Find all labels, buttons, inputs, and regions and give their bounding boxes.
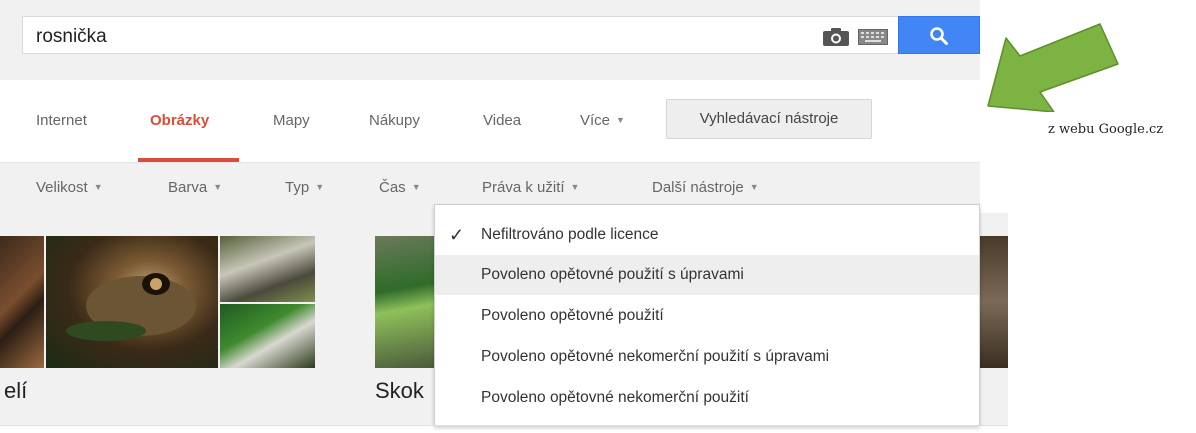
filter-time-label: Čas bbox=[379, 179, 406, 196]
check-icon: ✓ bbox=[449, 225, 465, 245]
menu-item-label: Nefiltrováno podle licence bbox=[481, 226, 659, 243]
filter-color[interactable]: Barva ▼ bbox=[168, 179, 222, 196]
menu-item-label: Povoleno opětovné použití s úpravami bbox=[481, 266, 744, 283]
search-query-text[interactable]: rosnička bbox=[36, 26, 107, 48]
menu-item-reuse[interactable]: Povoleno opětovné použití bbox=[435, 296, 979, 336]
usage-rights-menu: ✓ Nefiltrováno podle licence Povoleno op… bbox=[434, 204, 980, 426]
filter-usage-rights-label: Práva k užití bbox=[482, 179, 565, 196]
search-tools-button[interactable]: Vyhledávací nástroje bbox=[666, 99, 872, 139]
filter-type-label: Typ bbox=[285, 179, 310, 196]
menu-item-reuse-with-modification[interactable]: Povoleno opětovné použití s úpravami bbox=[435, 255, 979, 295]
chevron-down-icon: ▼ bbox=[93, 182, 103, 192]
chevron-down-icon: ▼ bbox=[616, 115, 625, 125]
filter-usage-rights[interactable]: Práva k užití ▼ bbox=[482, 179, 579, 196]
tab-maps[interactable]: Mapy bbox=[273, 112, 310, 129]
menu-item-label: Povoleno opětovné nekomerční použití s ú… bbox=[481, 348, 830, 365]
filter-size-label: Velikost bbox=[36, 179, 88, 196]
result-image[interactable] bbox=[220, 304, 315, 368]
filter-size[interactable]: Velikost ▼ bbox=[36, 179, 103, 196]
menu-item-label: Povoleno opětovné použití bbox=[481, 307, 664, 324]
search-button[interactable] bbox=[898, 16, 980, 54]
menu-item-noncommercial-reuse-with-modification[interactable]: Povoleno opětovné nekomerční použití s ú… bbox=[435, 337, 979, 377]
filter-more-tools[interactable]: Další nástroje ▼ bbox=[652, 179, 759, 196]
result-image[interactable] bbox=[0, 236, 44, 368]
tab-shopping[interactable]: Nákupy bbox=[369, 112, 420, 129]
chevron-down-icon: ▼ bbox=[411, 182, 421, 192]
divider bbox=[0, 425, 1008, 426]
tab-more-label: Více bbox=[580, 112, 611, 129]
arrow-icon bbox=[987, 23, 1119, 112]
chevron-down-icon: ▼ bbox=[213, 182, 223, 192]
source-note: z webu Google.cz bbox=[1048, 122, 1164, 137]
camera-icon[interactable] bbox=[822, 27, 850, 47]
menu-item-noncommercial-reuse[interactable]: Povoleno opětovné nekomerční použití bbox=[435, 378, 979, 418]
menu-item-unfiltered[interactable]: ✓ Nefiltrováno podle licence bbox=[435, 215, 979, 255]
result-image[interactable] bbox=[46, 236, 218, 368]
result-title[interactable]: Skok bbox=[375, 378, 424, 404]
result-image[interactable] bbox=[220, 236, 315, 302]
tab-images[interactable]: Obrázky bbox=[150, 112, 209, 129]
tab-internet[interactable]: Internet bbox=[36, 112, 87, 129]
search-input[interactable] bbox=[22, 16, 898, 54]
chevron-down-icon: ▼ bbox=[749, 182, 759, 192]
tab-more[interactable]: Více ▼ bbox=[580, 112, 625, 129]
result-image[interactable] bbox=[375, 236, 435, 368]
search-icon bbox=[930, 27, 948, 45]
keyboard-icon[interactable] bbox=[858, 29, 888, 45]
result-title[interactable]: elí bbox=[4, 378, 27, 404]
chevron-down-icon: ▼ bbox=[315, 182, 325, 192]
filter-type[interactable]: Typ ▼ bbox=[285, 179, 324, 196]
chevron-down-icon: ▼ bbox=[570, 182, 580, 192]
tab-videos[interactable]: Videa bbox=[483, 112, 521, 129]
filter-time[interactable]: Čas ▼ bbox=[379, 179, 421, 196]
menu-item-label: Povoleno opětovné nekomerční použití bbox=[481, 389, 749, 406]
filter-color-label: Barva bbox=[168, 179, 208, 196]
result-image[interactable] bbox=[980, 236, 1008, 368]
filter-more-tools-label: Další nástroje bbox=[652, 179, 744, 196]
